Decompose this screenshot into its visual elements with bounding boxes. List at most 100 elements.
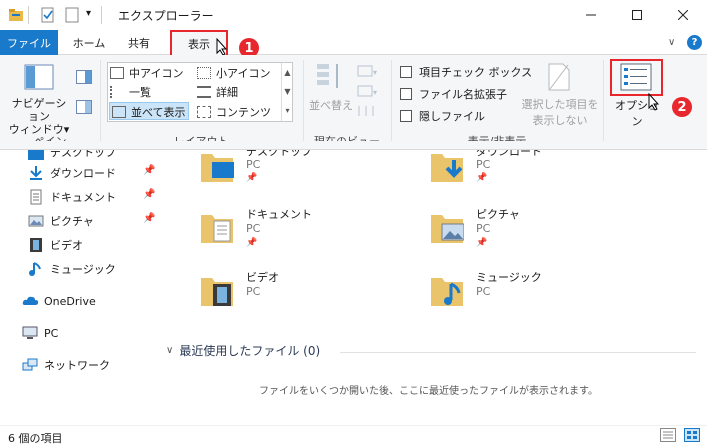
gallery-down-icon[interactable]: ▼ xyxy=(282,82,293,101)
properties-quick-icon[interactable] xyxy=(40,7,56,26)
pin-icon[interactable]: 📌 xyxy=(143,189,155,200)
nav-item-pictures[interactable]: ピクチャ xyxy=(28,210,94,232)
recent-files-title: 最近使用したファイル (0) xyxy=(179,344,321,358)
gallery-more-icon[interactable]: ▾ xyxy=(282,101,293,120)
nav-pane-label-1: ナビゲーション xyxy=(11,97,67,123)
ribbon-separator xyxy=(603,60,604,148)
pc-icon xyxy=(22,325,38,341)
details-view-icon[interactable] xyxy=(660,428,676,445)
minimize-icon[interactable] xyxy=(568,0,614,30)
layout-details-label: 詳細 xyxy=(216,86,238,99)
svg-text:▾: ▾ xyxy=(373,88,377,97)
layout-small-icons-label: 小アイコン xyxy=(216,67,271,80)
step-2-badge: 2 xyxy=(672,97,692,117)
options-icon[interactable] xyxy=(620,63,652,94)
help-icon[interactable]: ? xyxy=(687,35,702,50)
folder-tile-videos[interactable]: ビデオ PC xyxy=(200,266,370,316)
layout-tiles[interactable]: 並べて表示 xyxy=(112,104,186,120)
title-divider xyxy=(28,6,29,24)
layout-tiles-label: 並べて表示 xyxy=(131,106,186,119)
list-icon xyxy=(110,86,124,98)
nav-item-documents[interactable]: ドキュメント xyxy=(28,186,116,208)
pin-icon: 📌 xyxy=(476,173,488,183)
recent-files-header[interactable]: ∨ 最近使用したファイル (0) xyxy=(166,342,320,359)
nav-pane-icon[interactable] xyxy=(24,62,54,95)
collapse-chevron-icon[interactable]: ∨ xyxy=(166,345,173,356)
new-folder-quick-icon[interactable] xyxy=(64,7,80,26)
layout-list-label: 一覧 xyxy=(129,86,151,99)
nav-item-videos[interactable]: ビデオ xyxy=(28,234,83,256)
hide-selected-icon[interactable] xyxy=(546,62,572,95)
qat-dropdown-icon[interactable]: ▾ xyxy=(86,8,91,19)
nav-item-downloads[interactable]: ダウンロード xyxy=(28,162,116,184)
pin-icon[interactable]: 📌 xyxy=(143,213,155,224)
nav-item-network[interactable]: ネットワーク xyxy=(22,354,110,376)
hide-selected-button[interactable]: 選択した項目を 表示しない xyxy=(518,97,602,129)
hidden-files-checkbox[interactable] xyxy=(400,110,412,122)
tab-home[interactable]: ホーム xyxy=(66,30,112,55)
layout-medium-icons[interactable]: 中アイコン xyxy=(110,65,183,81)
svg-text:▾: ▾ xyxy=(373,68,377,77)
folder-pictures-sub: PC xyxy=(476,222,491,235)
videos-folder-icon xyxy=(201,278,233,306)
add-columns-icon[interactable]: ▾ xyxy=(357,84,379,101)
pictures-icon xyxy=(28,213,44,229)
nav-item-pc[interactable]: PC xyxy=(22,322,58,344)
nav-item-network-label: ネットワーク xyxy=(44,359,110,372)
item-count: 6 個の項目 xyxy=(8,432,63,445)
gallery-up-icon[interactable]: ▲ xyxy=(282,63,293,82)
tab-file[interactable]: ファイル xyxy=(0,30,58,55)
nav-item-downloads-label: ダウンロード xyxy=(50,167,116,180)
status-bar xyxy=(0,425,707,448)
tab-share[interactable]: 共有 xyxy=(116,30,162,55)
sort-by-label[interactable]: 並べ替え xyxy=(309,97,353,113)
layout-list[interactable]: 一覧 xyxy=(110,84,151,100)
recent-empty-message: ファイルをいくつか開いた後、ここに最近使ったファイルが表示されます。 xyxy=(259,386,598,397)
folder-music-sub: PC xyxy=(476,285,491,298)
pin-icon[interactable]: 📌 xyxy=(143,165,155,176)
nav-item-onedrive[interactable]: OneDrive xyxy=(22,290,96,312)
hide-selected-label-1: 選択した項目を xyxy=(521,98,599,111)
folder-tile-music[interactable]: ミュージック PC xyxy=(430,266,600,316)
layout-gallery-scroll[interactable]: ▲ ▼ ▾ xyxy=(281,63,293,121)
recent-divider xyxy=(340,352,696,353)
music-folder-icon xyxy=(431,278,463,306)
sort-by-icon[interactable] xyxy=(315,62,347,95)
explorer-app-icon[interactable] xyxy=(8,7,24,26)
layout-details[interactable]: 詳細 xyxy=(197,84,238,100)
nav-item-documents-label: ドキュメント xyxy=(50,191,116,204)
close-icon[interactable] xyxy=(660,0,706,30)
item-checkbox-box[interactable] xyxy=(400,66,412,78)
ribbon-bottom-edge xyxy=(0,141,707,150)
file-ext-option[interactable]: ファイル名拡張子 xyxy=(400,86,507,102)
title-divider-2 xyxy=(101,6,102,24)
window-title: エクスプローラー xyxy=(118,9,214,23)
videos-icon xyxy=(28,237,44,253)
folder-desktop-sub: PC xyxy=(246,158,261,171)
hidden-files-option[interactable]: 隠しファイル xyxy=(400,108,485,124)
folder-music-name: ミュージック xyxy=(476,271,542,284)
details-pane-icon[interactable] xyxy=(76,100,92,117)
ribbon-collapse-icon[interactable]: ∨ xyxy=(668,37,675,48)
layout-content-label: コンテンツ xyxy=(216,106,271,119)
nav-item-videos-label: ビデオ xyxy=(50,239,83,252)
folder-tile-pictures[interactable]: ピクチャ PC 📌 xyxy=(430,203,600,253)
preview-pane-icon[interactable] xyxy=(76,70,92,87)
folder-videos-sub: PC xyxy=(246,285,261,298)
maximize-icon[interactable] xyxy=(614,0,660,30)
large-icons-view-icon[interactable] xyxy=(684,428,700,445)
nav-item-music[interactable]: ミュージック xyxy=(28,258,116,280)
file-ext-checkbox[interactable] xyxy=(400,88,412,100)
layout-small-icons[interactable]: 小アイコン xyxy=(197,65,270,81)
nav-pane-button[interactable]: ナビゲーション ウィンドウ▾ xyxy=(8,97,70,136)
downloads-folder-icon xyxy=(431,154,463,182)
pictures-folder-icon xyxy=(431,215,464,243)
layout-content[interactable]: コンテンツ xyxy=(197,104,271,120)
mouse-cursor-icon xyxy=(648,92,660,114)
folder-videos-name: ビデオ xyxy=(246,271,279,284)
size-columns-icon[interactable] xyxy=(357,104,375,121)
hide-selected-label-2: 表示しない xyxy=(532,114,588,127)
folder-tile-documents[interactable]: ドキュメント PC 📌 xyxy=(200,203,370,253)
item-checkbox-option[interactable]: 項目チェック ボックス xyxy=(400,64,532,80)
group-by-icon[interactable]: ▾ xyxy=(357,64,379,81)
